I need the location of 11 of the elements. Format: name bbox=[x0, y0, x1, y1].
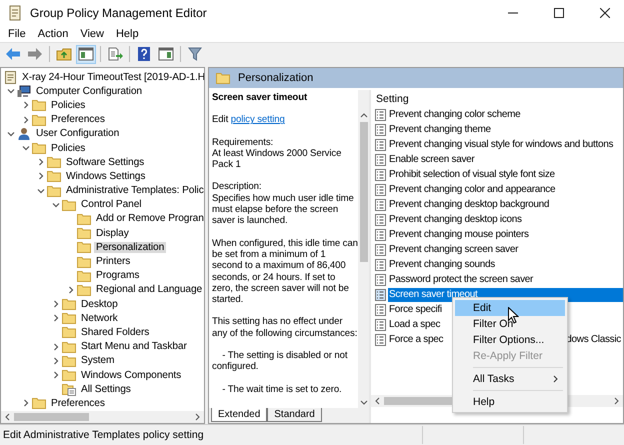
edit-label: Edit bbox=[212, 114, 228, 126]
status-text: Edit Administrative Templates policy setting bbox=[2, 429, 205, 441]
setting-title: Screen saver timeout bbox=[212, 92, 308, 104]
description-paragraph: Requirements: At least Windows 2000 Service Pack 1 bbox=[212, 136, 342, 170]
description-paragraph: - The setting is disabled or not configured. bbox=[212, 350, 348, 373]
description-paragraph: When configured, this idle time can be set from a minimum of 1 second to a maximum of 86,400 seconds, or 24 hours. If set to zero, the screen saver will not be started. bbox=[212, 238, 358, 306]
description-paragraph: This setting has no effect under any of the following circumstances: bbox=[212, 316, 358, 340]
window-title: Group Policy Management Editor bbox=[30, 6, 207, 20]
description-paragraph: Description: Specifies how much user idle time must elapse before the screen saver is launched. bbox=[212, 181, 355, 227]
section-title: Personalization bbox=[238, 72, 314, 84]
description-paragraph: - The wait time is set to zero. bbox=[221, 384, 343, 395]
